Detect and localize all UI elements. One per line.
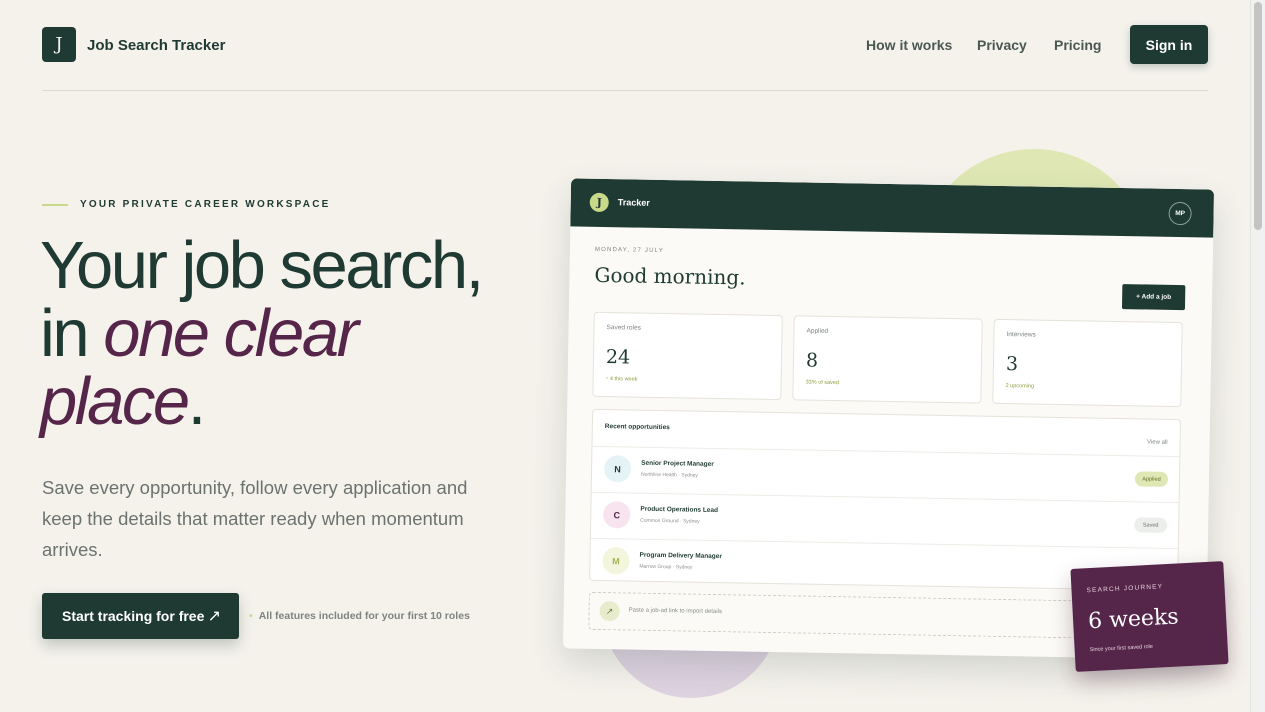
eyebrow-rule	[42, 204, 68, 206]
app-logo-icon: J	[589, 192, 609, 213]
view-all-link: View all	[1146, 439, 1168, 446]
stat-card-applied: Applied 8 33% of saved	[792, 315, 983, 404]
stat-sub: 2 upcoming	[1005, 383, 1035, 390]
stat-label: Saved roles	[606, 324, 641, 332]
paste-link-placeholder: Paste a job-ad link to import details	[628, 607, 723, 616]
stat-card-interviews: Interviews 3 2 upcoming	[992, 318, 1183, 408]
recent-opportunities: Recent opportunities View all N Senior P…	[589, 408, 1182, 592]
app-title: Tracker	[617, 197, 650, 208]
headline-period: .	[187, 364, 207, 439]
stat-value: 3	[1005, 353, 1019, 376]
brand-name[interactable]: Job Search Tracker	[87, 37, 225, 54]
journey-label: SEARCH JOURNEY	[1086, 583, 1164, 595]
role-meta: Northline Health · Sydney	[640, 471, 699, 479]
top-nav: J Job Search Tracker How it works Privac…	[42, 25, 1208, 65]
link-arrow-icon: ↗	[599, 600, 620, 622]
hero-lede: Save every opportunity, follow every app…	[42, 477, 468, 560]
headline-italic-2: place	[40, 364, 190, 439]
stat-label: Interviews	[1006, 331, 1036, 339]
scrollbar-thumb[interactable]	[1254, 2, 1262, 230]
cta-note-text: All features included for your first 10 …	[258, 610, 470, 622]
stat-label: Applied	[806, 327, 829, 335]
start-tracking-button[interactable]: Start tracking for free ↗	[42, 593, 239, 639]
headline-line-1: Your job search,	[40, 228, 484, 303]
app-greeting: Good morning.	[594, 262, 746, 290]
headline-in: in	[40, 296, 104, 371]
nav-link-how-it-works[interactable]: How it works	[866, 37, 952, 53]
company-initial: N	[603, 455, 632, 483]
cta-note: • All features included for your first 10…	[249, 610, 470, 622]
dot-icon: •	[249, 610, 253, 622]
avatar: MP	[1168, 201, 1192, 226]
add-job-button: + Add a job	[1121, 284, 1186, 311]
stat-value: 24	[605, 346, 631, 369]
eyebrow-text: YOUR PRIVATE CAREER WORKSPACE	[80, 199, 331, 210]
role-meta: Marrow Group · Sydney	[639, 563, 693, 571]
journey-value: 6 weeks	[1087, 604, 1180, 635]
role-title: Product Operations Lead	[640, 505, 719, 515]
hero-headline: Your job search, in one clear place.	[40, 232, 484, 439]
stat-card-saved: Saved roles 24 ↑ 4 this week	[592, 311, 783, 401]
arrow-up-right-icon: ↗	[207, 608, 221, 625]
opportunities-title: Recent opportunities	[604, 423, 670, 432]
headline-italic-1: one clear	[103, 296, 359, 371]
app-header-bar: J Tracker MP	[570, 178, 1215, 238]
stat-sub: 33% of saved	[805, 379, 839, 387]
page-scrollbar[interactable]	[1250, 0, 1265, 712]
logo-icon[interactable]: J	[42, 27, 76, 62]
stat-value: 8	[805, 349, 819, 372]
stat-sub: ↑ 4 this week	[605, 376, 638, 383]
role-meta: Common Ground · Sydney	[640, 517, 700, 525]
nav-link-privacy[interactable]: Privacy	[977, 37, 1027, 53]
app-date: MONDAY, 27 JULY	[594, 246, 664, 255]
journey-sub: Since your first saved role	[1089, 643, 1154, 654]
sign-in-button[interactable]: Sign in	[1130, 25, 1208, 64]
search-journey-card: SEARCH JOURNEY 6 weeks Since your first …	[1070, 561, 1229, 672]
nav-link-pricing[interactable]: Pricing	[1054, 37, 1101, 53]
status-badge: Saved	[1134, 517, 1168, 533]
company-initial: C	[603, 501, 631, 529]
company-initial: M	[602, 547, 630, 575]
role-title: Senior Project Manager	[641, 459, 714, 468]
role-title: Program Delivery Manager	[639, 551, 723, 561]
header-divider	[42, 90, 1208, 91]
cta-label: Start tracking for free	[62, 608, 205, 624]
status-badge: Applied	[1134, 471, 1169, 487]
